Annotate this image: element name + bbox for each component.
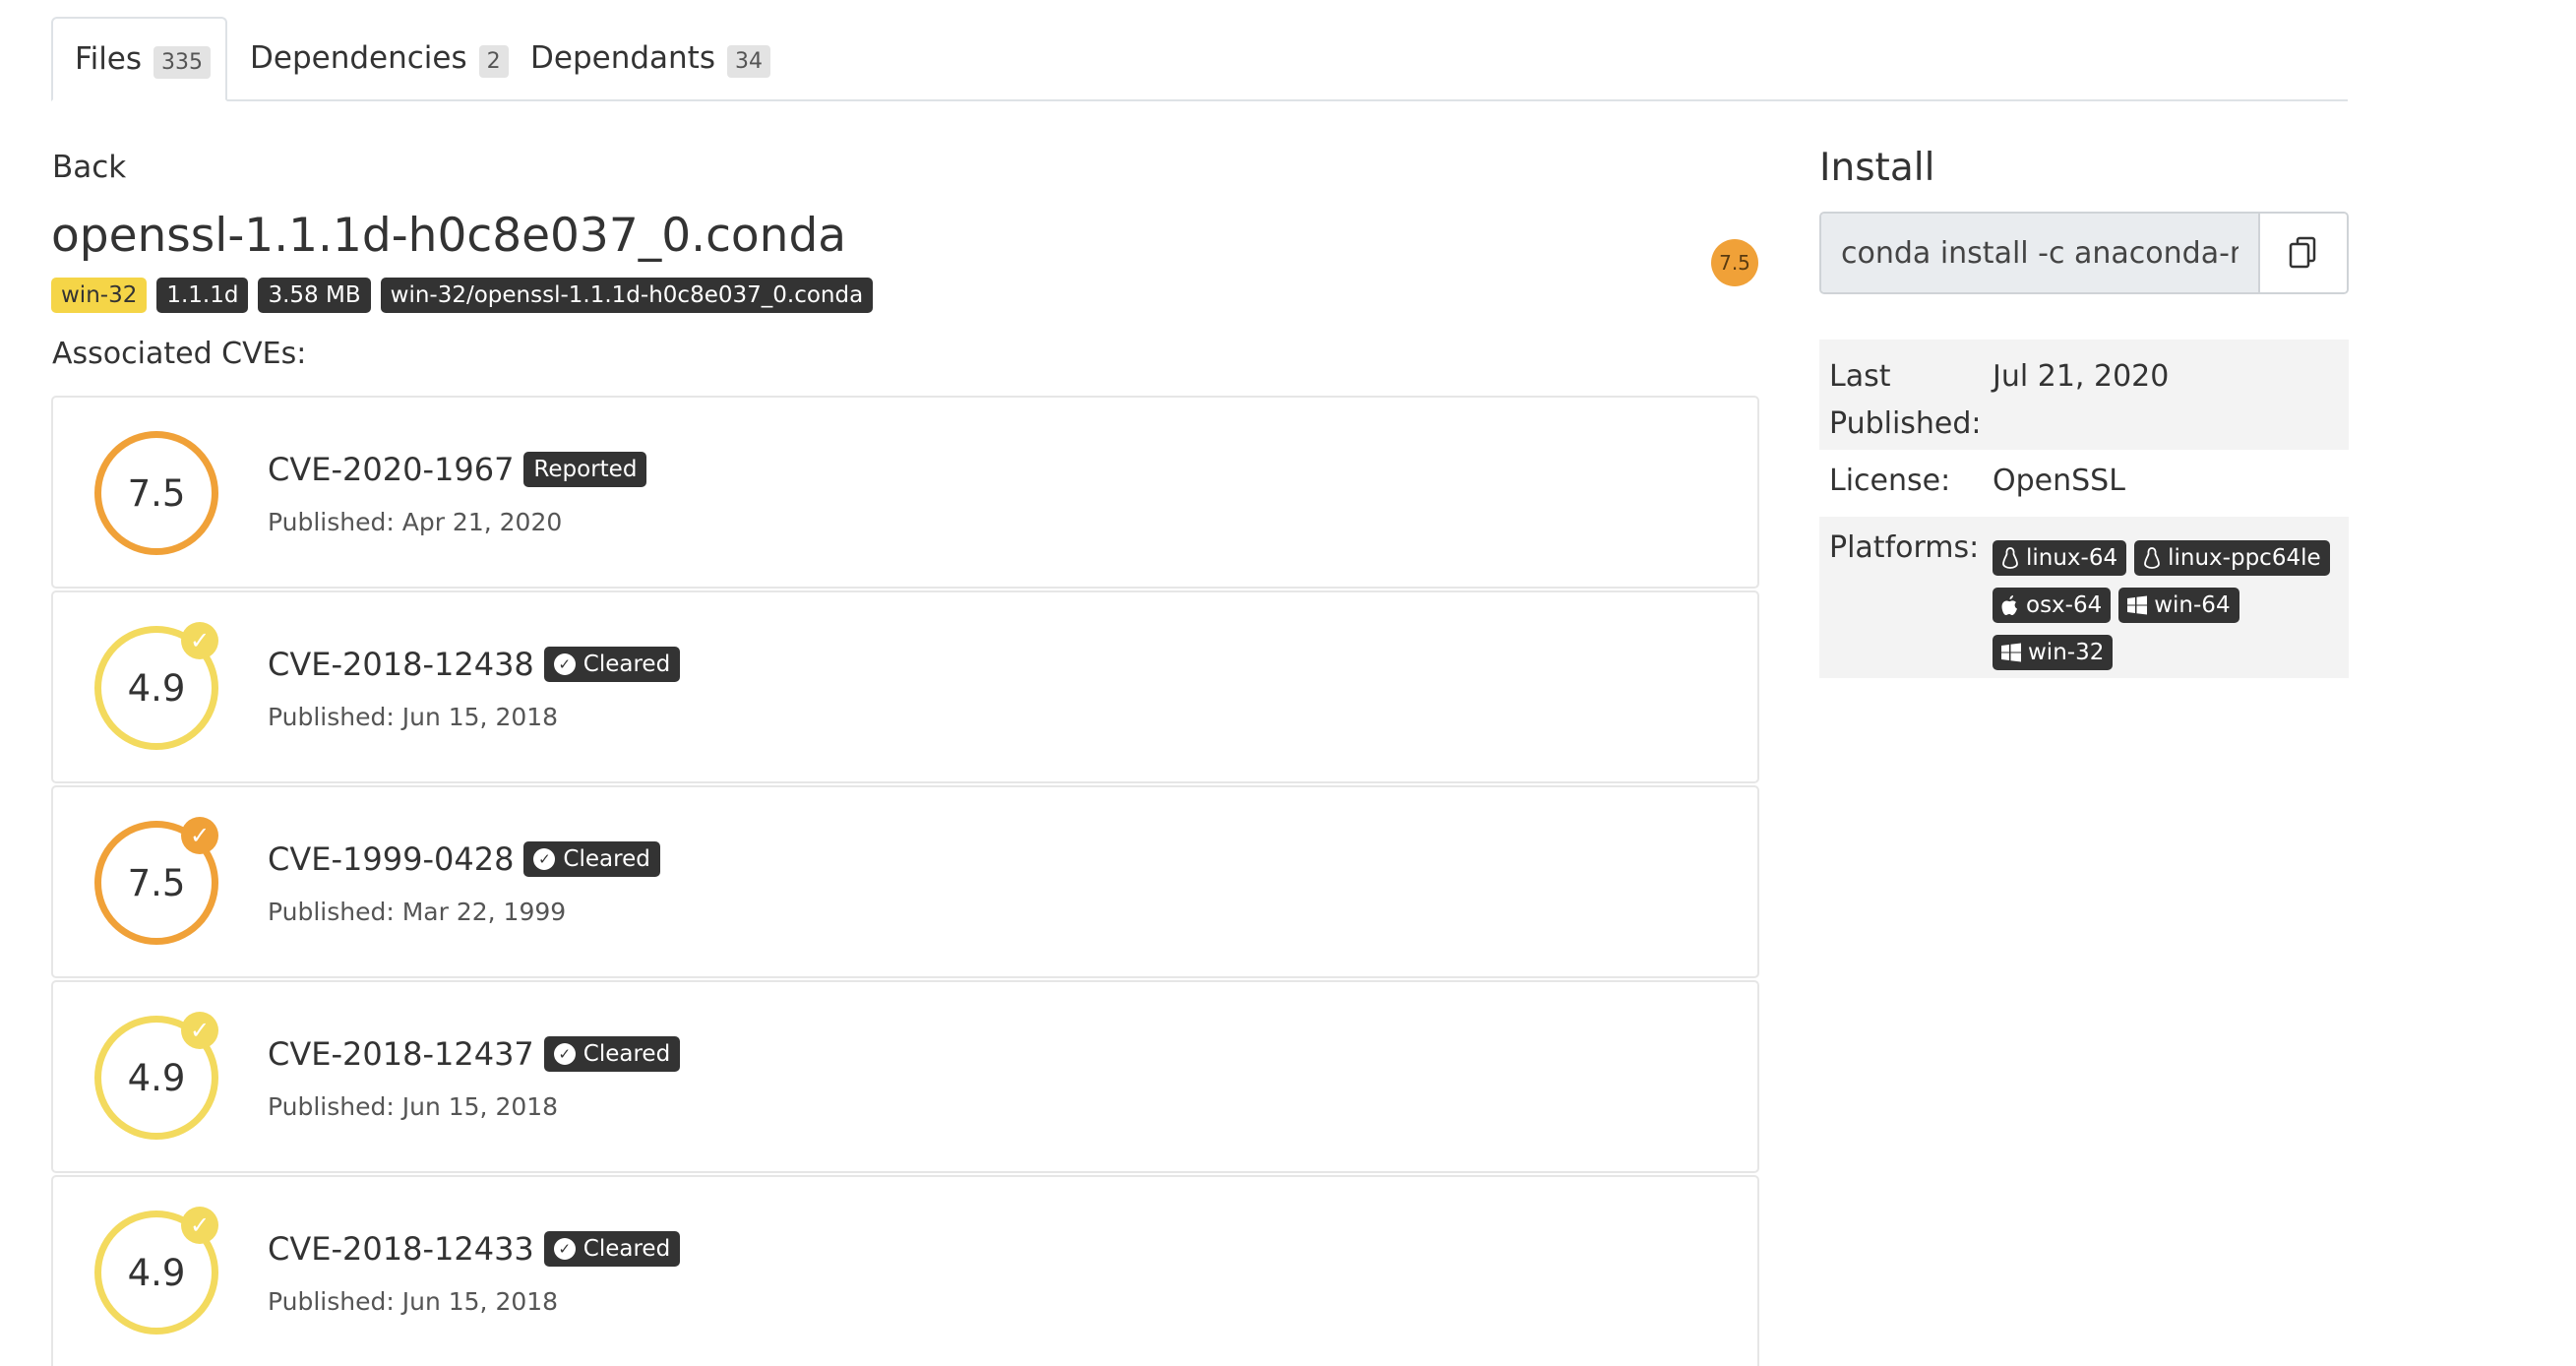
platform-badge-linux-ppc64le[interactable]: linux-ppc64le [2134, 540, 2330, 576]
version-badge: 1.1.1d [156, 278, 249, 313]
cve-card[interactable]: 7.5 ✓ CVE-1999-0428 ✓ Cleared Published:… [51, 785, 1759, 978]
last-published-value: Jul 21, 2020 [1993, 359, 2170, 394]
install-command-group [1819, 212, 2349, 294]
size-badge: 3.58 MB [258, 278, 371, 313]
last-published-row: Last Published: Jul 21, 2020 [1819, 340, 2349, 450]
cve-score-ring: 7.5 [94, 431, 218, 555]
cve-published-date: Published: Jun 15, 2018 [268, 1287, 559, 1316]
platform-badge-win-32[interactable]: win-32 [1993, 635, 2114, 670]
check-icon: ✓ [181, 817, 218, 854]
cve-card[interactable]: 4.9 ✓ CVE-2018-12437 ✓ Cleared Published… [51, 980, 1759, 1173]
platform-badge-win-64[interactable]: win-64 [2118, 588, 2239, 623]
copy-icon [2289, 236, 2316, 269]
last-published-label: Last Published: [1829, 353, 1982, 448]
linux-icon [2144, 547, 2161, 569]
page-title: openssl-1.1.1d-h0c8e037_0.conda [51, 209, 847, 263]
last-published-label-line1: Last [1829, 359, 1891, 394]
platforms-row: Platforms: linux-64 linux-ppc64le osx-64… [1819, 517, 2349, 678]
cve-published-date: Published: Jun 15, 2018 [268, 703, 559, 731]
tab-count-badge: 2 [478, 44, 509, 78]
cve-id[interactable]: CVE-2018-12438 [268, 646, 534, 683]
platform-label: win-64 [2154, 592, 2231, 618]
file-score-badge: 7.5 [1711, 239, 1758, 286]
cve-id[interactable]: CVE-1999-0428 [268, 840, 514, 878]
status-badge: ✓ Cleared [543, 1231, 681, 1267]
check-icon: ✓ [181, 1012, 218, 1049]
status-label: Cleared [583, 1041, 671, 1067]
copy-button[interactable] [2260, 214, 2347, 292]
tab-dependencies[interactable]: Dependencies 2 [250, 17, 509, 99]
status-badge: ✓ Cleared [543, 1036, 681, 1072]
license-row: License: OpenSSL [1819, 454, 2349, 513]
associated-cves-label: Associated CVEs: [52, 337, 307, 371]
check-circle-icon: ✓ [553, 1043, 576, 1065]
install-command-field[interactable] [1821, 214, 2260, 292]
tab-label: Files [75, 41, 143, 77]
check-circle-icon: ✓ [553, 1238, 576, 1260]
platform-label: linux-64 [2026, 545, 2118, 571]
check-circle-icon: ✓ [533, 848, 556, 870]
tab-dependants[interactable]: Dependants 34 [530, 17, 770, 99]
cve-id[interactable]: CVE-2020-1967 [268, 451, 514, 488]
cve-heading: CVE-1999-0428 ✓ Cleared [268, 840, 660, 878]
platform-label: win-32 [2028, 640, 2105, 665]
cve-published-date: Published: Mar 22, 1999 [268, 898, 567, 926]
status-label: Cleared [563, 846, 650, 872]
platform-badge: win-32 [51, 278, 148, 313]
status-label: Cleared [583, 652, 671, 677]
tab-bar: Files 335 Dependencies 2 Dependants 34 [51, 17, 2348, 101]
file-badges: win-32 1.1.1d 3.58 MB win-32/openssl-1.1… [51, 278, 874, 313]
apple-icon [2001, 595, 2017, 615]
tab-files[interactable]: Files 335 [51, 17, 227, 101]
cve-id[interactable]: CVE-2018-12437 [268, 1035, 534, 1073]
platforms-label: Platforms: [1829, 530, 1980, 565]
cve-published-date: Published: Apr 21, 2020 [268, 508, 563, 536]
platform-badge-linux-64[interactable]: linux-64 [1993, 540, 2127, 576]
tab-label: Dependants [530, 40, 715, 76]
cve-card[interactable]: 4.9 ✓ CVE-2018-12438 ✓ Cleared Published… [51, 590, 1759, 783]
license-label: License: [1829, 464, 1951, 498]
install-heading: Install [1819, 146, 1935, 190]
page: Files 335 Dependencies 2 Dependants 34 B… [0, 0, 2576, 1366]
cve-heading: CVE-2018-12433 ✓ Cleared [268, 1230, 681, 1268]
status-badge: ✓ Cleared [523, 841, 660, 877]
cve-id[interactable]: CVE-2018-12433 [268, 1230, 534, 1268]
check-icon: ✓ [181, 622, 218, 659]
status-label: Cleared [583, 1236, 671, 1262]
platform-label: osx-64 [2026, 592, 2103, 618]
check-circle-icon: ✓ [553, 653, 576, 675]
check-icon: ✓ [181, 1207, 218, 1244]
last-published-label-line2: Published: [1829, 406, 1982, 441]
cve-heading: CVE-2020-1967 Reported [268, 451, 647, 488]
platform-badge-osx-64[interactable]: osx-64 [1993, 588, 2112, 623]
cve-heading: CVE-2018-12437 ✓ Cleared [268, 1035, 681, 1073]
path-badge: win-32/openssl-1.1.1d-h0c8e037_0.conda [380, 278, 874, 313]
license-value: OpenSSL [1993, 464, 2125, 498]
tab-label: Dependencies [250, 40, 467, 76]
tab-count-badge: 34 [726, 44, 770, 78]
status-label: Reported [533, 457, 638, 482]
platform-label: linux-ppc64le [2168, 545, 2321, 571]
back-link[interactable]: Back [52, 150, 126, 185]
cve-heading: CVE-2018-12438 ✓ Cleared [268, 646, 681, 683]
cve-card[interactable]: 7.5 CVE-2020-1967 Reported Published: Ap… [51, 396, 1759, 589]
windows-icon [2001, 643, 2021, 662]
tab-count-badge: 335 [153, 45, 212, 79]
windows-icon [2127, 595, 2148, 615]
linux-icon [2002, 547, 2018, 569]
status-badge: Reported [523, 452, 647, 487]
cve-published-date: Published: Jun 15, 2018 [268, 1092, 559, 1121]
platform-badge-list: linux-64 linux-ppc64le osx-64 win-64 win… [1993, 540, 2337, 670]
cve-card[interactable]: 4.9 ✓ CVE-2018-12433 ✓ Cleared Published… [51, 1175, 1759, 1366]
status-badge: ✓ Cleared [543, 647, 681, 682]
